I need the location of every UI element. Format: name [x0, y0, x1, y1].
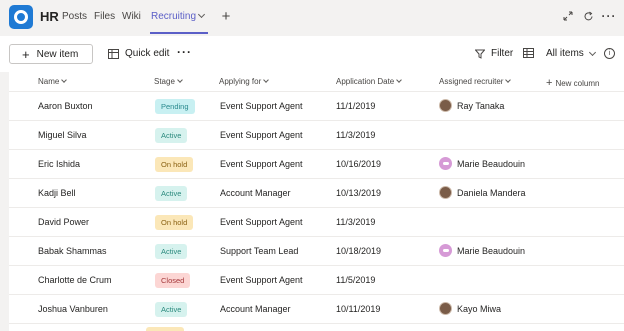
quick-edit-label: Quick edit [125, 48, 170, 59]
grid-edit-icon [108, 48, 119, 59]
sort-chevron-icon [177, 77, 183, 83]
channel-header: HR Posts Files Wiki Recruiting + ··· [0, 0, 624, 36]
stage-badge: Active [155, 244, 188, 259]
view-grid-icon[interactable] [523, 48, 534, 58]
table-row[interactable]: Kadji Bell Active Account Manager 10/13/201… [9, 179, 624, 208]
assigned-recruiter: Kayo Miwa [439, 302, 501, 315]
column-header-name[interactable]: Name [38, 77, 68, 86]
assigned-recruiter: Marie Beaudouin [439, 157, 525, 170]
sort-chevron-icon [263, 77, 270, 83]
stage-badge: Active [155, 302, 188, 317]
column-header-assigned-recruiter[interactable]: Assigned recruiter [439, 77, 512, 86]
recruiter-name: Marie Beaudouin [457, 158, 526, 169]
application-date: 10/16/2019 [336, 159, 382, 169]
stage-badge: Closed [155, 273, 191, 288]
filter-icon [475, 49, 485, 59]
recruiter-name: Marie Beaudouin [457, 245, 526, 256]
stage-badge: Active [155, 186, 188, 201]
avatar [439, 244, 452, 257]
more-icon[interactable]: ··· [602, 9, 616, 23]
chevron-down-icon [588, 48, 596, 56]
applying-for: Support Team Lead [220, 246, 299, 256]
view-selector-label: All items [546, 48, 584, 59]
add-tab-icon[interactable]: + [219, 8, 233, 25]
applying-for: Event Support Agent [220, 275, 303, 285]
table-row[interactable]: Eric Ishida On hold Event Support Agent 10/… [9, 150, 624, 179]
column-header-stage[interactable]: Stage [154, 77, 183, 86]
table-row[interactable]: Charlotte de Crum Closed Event Support Age… [9, 266, 624, 295]
filter-label: Filter [491, 48, 514, 59]
applying-for: Event Support Agent [220, 159, 303, 169]
tab-posts[interactable]: Posts [62, 11, 87, 22]
column-header-applying-for[interactable]: Applying for [219, 77, 270, 86]
tab-wiki[interactable]: Wiki [122, 11, 141, 22]
table-row[interactable]: Aaron Buxton Pending Event Support Agent 11… [9, 92, 624, 121]
assigned-recruiter: Daniela Mandera [439, 186, 526, 199]
candidate-name[interactable]: Kadji Bell [38, 188, 76, 198]
tab-chevron-down-icon[interactable] [197, 10, 206, 19]
new-item-button[interactable]: + New item [9, 44, 93, 64]
recruiter-name: Ray Tanaka [457, 100, 505, 111]
plus-icon: + [546, 77, 553, 89]
filter-button[interactable]: Filter [475, 48, 513, 59]
column-header-application-date[interactable]: Application Date [336, 77, 403, 86]
expand-icon[interactable] [561, 9, 575, 23]
plus-icon: + [22, 46, 30, 62]
team-icon[interactable] [9, 5, 33, 29]
assigned-recruiter: Ray Tanaka [439, 99, 504, 112]
candidate-name[interactable]: Eric Ishida [38, 159, 80, 169]
application-date: 10/11/2019 [336, 304, 381, 314]
avatar [439, 186, 452, 199]
new-item-label: New item [36, 48, 79, 60]
quick-edit-button[interactable]: Quick edit [108, 48, 169, 59]
table-row[interactable]: David Power On hold Event Support Agent 11/… [9, 208, 624, 237]
candidate-name[interactable]: Babak Shammas [38, 246, 107, 256]
sort-chevron-icon [505, 77, 512, 83]
applying-for: Event Support Agent [220, 101, 303, 111]
list-toolbar: + New item Quick edit ··· Filter All ite… [0, 36, 624, 72]
info-icon[interactable]: i [604, 48, 615, 59]
tab-files[interactable]: Files [94, 11, 115, 22]
recruiter-name: Daniela Mandera [457, 187, 526, 198]
view-selector[interactable]: All items [546, 48, 596, 59]
recruiting-list: Name Stage Applying for Application Date… [9, 72, 624, 331]
toolbar-more-icon[interactable]: ··· [177, 45, 192, 59]
next-row-stage-pill [146, 327, 184, 331]
stage-badge: On hold [155, 157, 194, 172]
application-date: 11/3/2019 [336, 130, 376, 140]
sort-chevron-icon [396, 77, 403, 83]
candidate-name[interactable]: Charlotte de Crum [38, 275, 112, 285]
avatar [439, 157, 452, 170]
application-date: 10/18/2019 [336, 246, 382, 256]
application-date: 11/1/2019 [336, 101, 376, 111]
candidate-name[interactable]: Miguel Silva [38, 130, 87, 140]
refresh-icon[interactable] [581, 9, 595, 23]
stage-badge: On hold [155, 215, 194, 230]
active-tab-indicator [150, 32, 208, 34]
candidate-name[interactable]: David Power [38, 217, 89, 227]
team-name: HR [40, 9, 59, 24]
candidate-name[interactable]: Aaron Buxton [38, 101, 93, 111]
application-date: 11/5/2019 [336, 275, 376, 285]
tab-recruiting[interactable]: Recruiting [151, 11, 196, 22]
column-headers: Name Stage Applying for Application Date… [9, 72, 624, 92]
avatar [439, 99, 452, 112]
sort-chevron-icon [61, 77, 68, 83]
table-row[interactable]: Babak Shammas Active Support Team Lead 10/1… [9, 237, 624, 266]
stage-badge: Active [155, 128, 188, 143]
applying-for: Account Manager [220, 188, 291, 198]
application-date: 10/13/2019 [336, 188, 382, 198]
table-row[interactable]: Miguel Silva Active Event Support Agent 11/… [9, 121, 624, 150]
application-date: 11/3/2019 [336, 217, 376, 227]
applying-for: Event Support Agent [220, 217, 303, 227]
applying-for: Event Support Agent [220, 130, 303, 140]
add-column-button[interactable]: + New column [546, 77, 599, 89]
applying-for: Account Manager [220, 304, 291, 314]
stage-badge: Pending [155, 99, 195, 114]
assigned-recruiter: Marie Beaudouin [439, 244, 525, 257]
recruiter-name: Kayo Miwa [457, 303, 502, 314]
candidate-name[interactable]: Joshua Vanburen [38, 304, 108, 314]
table-row[interactable]: Joshua Vanburen Active Account Manager 10/1… [9, 295, 624, 324]
avatar [439, 302, 452, 315]
